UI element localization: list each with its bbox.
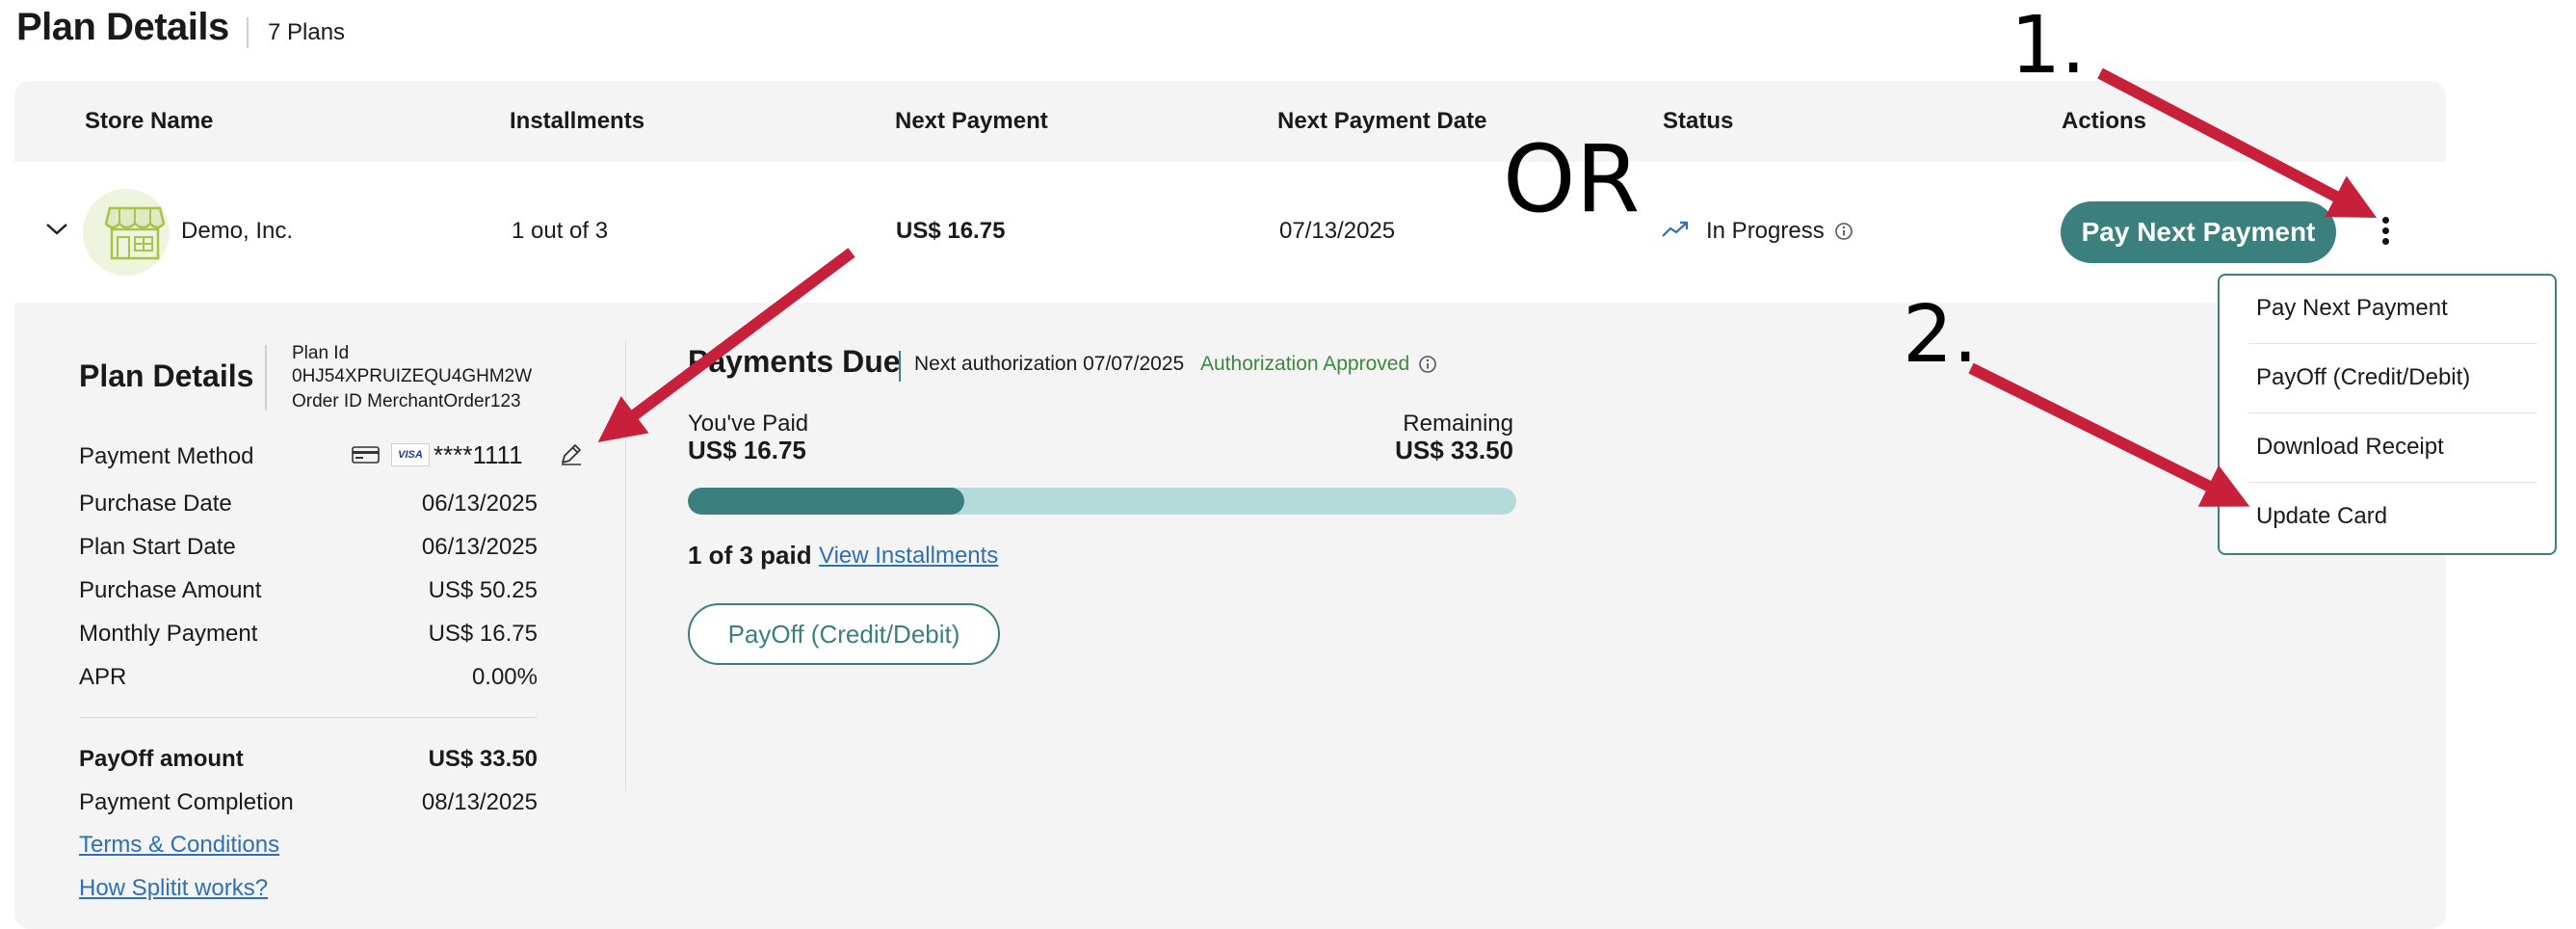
annotation-step-1: 1. xyxy=(2011,0,2087,92)
annotation-arrows xyxy=(597,67,2378,507)
arrow-to-menu-button xyxy=(2097,67,2378,219)
arrow-to-update-card xyxy=(1968,362,2250,507)
annotation-step-2: 2. xyxy=(1903,289,1979,381)
arrow-to-edit-icon xyxy=(597,248,855,442)
annotation-or: OR xyxy=(1503,125,1641,233)
